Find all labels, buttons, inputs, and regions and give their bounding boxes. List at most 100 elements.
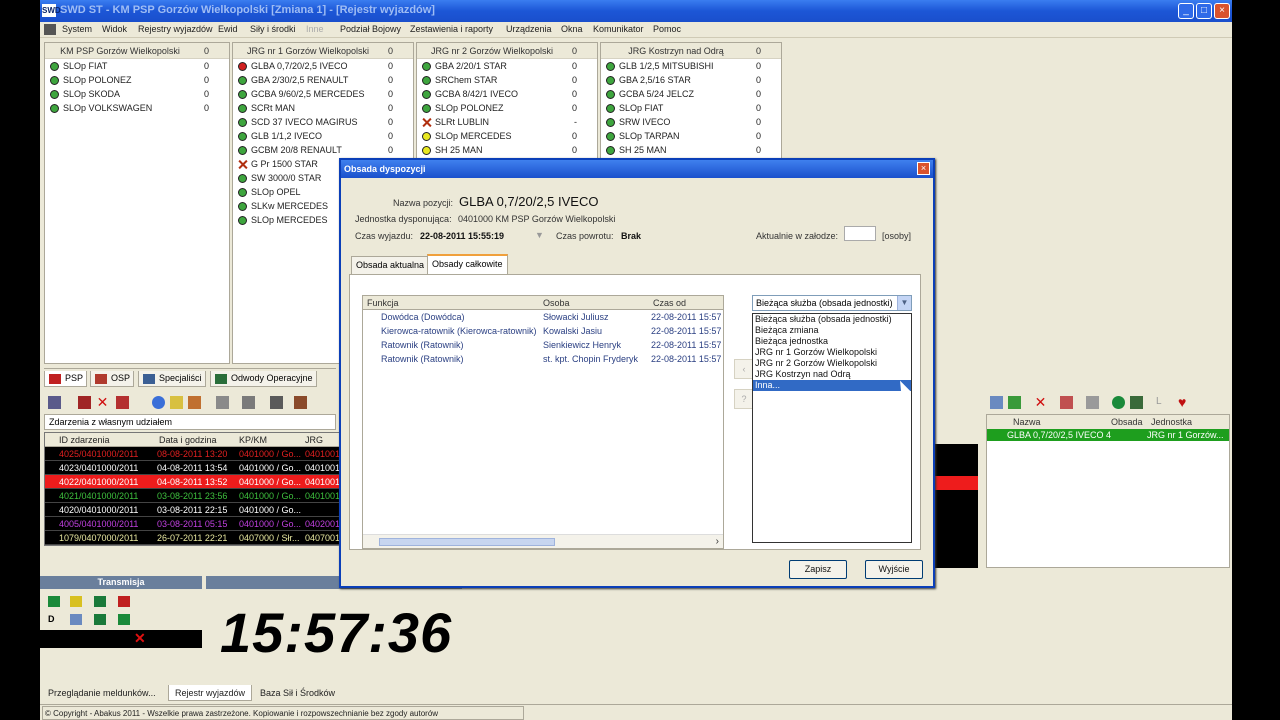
unit-header[interactable]: JRG Kostrzyn nad Odrą 0: [601, 43, 781, 59]
help-button[interactable]: ?: [734, 389, 754, 409]
dialog-title-bar[interactable]: Obsada dyspozycji ×: [341, 160, 933, 178]
vehicle-row[interactable]: GBA 2,5/16 STAR 0: [601, 73, 781, 87]
l-icon[interactable]: L: [1156, 396, 1169, 409]
menu-urzadzenia[interactable]: Urządzenia: [506, 24, 552, 34]
people-icon[interactable]: [1060, 396, 1073, 409]
crew-count-field[interactable]: [844, 226, 876, 241]
doc-icon[interactable]: [990, 396, 1003, 409]
col-funkcja[interactable]: Funkcja: [367, 298, 399, 308]
event-row[interactable]: 4022/0401000/2011 04-08-2011 13:52 0401000…: [45, 475, 339, 489]
tab-odwody[interactable]: Odwody Operacyjne: [210, 371, 317, 387]
move-left-button[interactable]: ‹: [734, 359, 754, 379]
exit-button[interactable]: Wyjście: [865, 560, 923, 579]
close-button[interactable]: ×: [1214, 3, 1230, 19]
title-bar[interactable]: SWD SWD ST - KM PSP Gorzów Wielkopolski …: [40, 0, 1232, 22]
menu-system[interactable]: System: [62, 24, 92, 34]
heart-check-icon[interactable]: ♥: [1178, 395, 1191, 409]
report-icon[interactable]: [116, 396, 129, 409]
send-icon[interactable]: [118, 614, 130, 625]
tab-baza[interactable]: Baza Sił i Środków: [254, 685, 341, 701]
vehicle-row[interactable]: GCBM 20/8 RENAULT 0: [233, 143, 413, 157]
col-date[interactable]: Data i godzina: [159, 435, 217, 445]
pause-icon[interactable]: [70, 596, 82, 607]
menu-pomoc[interactable]: Pomoc: [653, 24, 681, 34]
menu-inne[interactable]: Inne: [306, 24, 324, 34]
crew-row[interactable]: Ratownik (Ratownik) Sienkiewicz Henryk 22-…: [363, 338, 723, 352]
add-icon[interactable]: [1008, 396, 1021, 409]
col-jednostka[interactable]: Jednostka: [1151, 417, 1192, 427]
monitor-icon[interactable]: [94, 614, 106, 625]
dropdown-option[interactable]: Bieżąca służba (obsada jednostki): [753, 314, 911, 325]
event-row[interactable]: 4023/0401000/2011 04-08-2011 13:54 0401000…: [45, 461, 339, 475]
menu-okna[interactable]: Okna: [561, 24, 583, 34]
event-row[interactable]: 4025/0401000/2011 08-08-2011 13:20 0401000…: [45, 447, 339, 461]
col-obsada[interactable]: Obsada: [1111, 417, 1143, 427]
dropdown-option[interactable]: JRG nr 2 Gorzów Wielkopolski: [753, 358, 911, 369]
vehicle-row[interactable]: SRW IVECO 0: [601, 115, 781, 129]
d-icon[interactable]: D: [48, 614, 60, 625]
tab-rejestr[interactable]: Rejestr wyjazdów: [168, 685, 253, 701]
map-icon[interactable]: [1130, 396, 1143, 409]
col-nazwa[interactable]: Nazwa: [1013, 417, 1041, 427]
unit-header[interactable]: JRG nr 2 Gorzów Wielkopolski 0: [417, 43, 597, 59]
vehicle-row[interactable]: GCBA 9/60/2,5 MERCEDES 0: [233, 87, 413, 101]
menu-widok[interactable]: Widok: [102, 24, 127, 34]
vehicle-row[interactable]: SLOp MERCEDES 0: [417, 129, 597, 143]
list-icon[interactable]: [48, 396, 61, 409]
system-menu-icon[interactable]: [44, 24, 56, 35]
vehicle-row[interactable]: SLRt LUBLIN -: [417, 115, 597, 129]
forward-icon[interactable]: [94, 596, 106, 607]
vehicle-row[interactable]: GLB 1/1,2 IVECO 0: [233, 129, 413, 143]
vehicle-row[interactable]: GBA 2/30/2,5 RENAULT 0: [233, 73, 413, 87]
event-row[interactable]: 4020/0401000/2011 03-08-2011 22:15 0401000…: [45, 503, 339, 517]
tab-obsady-calkowite[interactable]: Obsady całkowite: [427, 254, 508, 275]
edit-icon[interactable]: [78, 396, 91, 409]
scroll-thumb[interactable]: [379, 538, 555, 546]
chevron-down-icon[interactable]: ▼: [897, 296, 911, 310]
menu-podzial[interactable]: Podział Bojowy: [340, 24, 401, 34]
vehicle-row[interactable]: SH 25 MAN 0: [601, 143, 781, 157]
vehicle-row[interactable]: GCBA 8/42/1 IVECO 0: [417, 87, 597, 101]
status-icon[interactable]: [1112, 396, 1125, 409]
vehicle-row[interactable]: SLOp POLONEZ 0: [417, 101, 597, 115]
vehicle-row[interactable]: GLB 1/2,5 MITSUBISHI 0: [601, 59, 781, 73]
print-preview-icon[interactable]: [242, 396, 255, 409]
tab-przegladanie[interactable]: Przeglądanie meldunków...: [42, 685, 162, 701]
doc-icon[interactable]: [70, 614, 82, 625]
assigned-vehicle-row[interactable]: GLBA 0,7/20/2,5 IVECO 4 JRG nr 1 Gorzów.…: [987, 429, 1229, 441]
vehicle-row[interactable]: GBA 2/20/1 STAR 0: [417, 59, 597, 73]
copy-icon[interactable]: [270, 396, 283, 409]
dropdown-option[interactable]: Bieżąca jednostka: [753, 336, 911, 347]
col-jrg[interactable]: JRG: [305, 435, 323, 445]
horizontal-scrollbar[interactable]: ›: [363, 534, 723, 548]
tab-psp[interactable]: PSP: [44, 371, 88, 387]
event-row[interactable]: 4005/0401000/2011 03-08-2011 05:15 0401000…: [45, 517, 339, 531]
print-icon[interactable]: [216, 396, 229, 409]
tab-osp[interactable]: OSP: [90, 371, 135, 387]
vehicle-row[interactable]: SLOp SKODA 0: [45, 87, 229, 101]
col-czas-od[interactable]: Czas od: [653, 298, 686, 308]
menu-zestawienia[interactable]: Zestawienia i raporty: [410, 24, 493, 34]
play-icon[interactable]: [48, 596, 60, 607]
vehicle-row[interactable]: SRChem STAR 0: [417, 73, 597, 87]
vehicle-row[interactable]: SLOp VOLKSWAGEN 0: [45, 101, 229, 115]
crew-row[interactable]: Kierowca-ratownik (Kierowca-ratownik) Kow…: [363, 324, 723, 338]
maximize-button[interactable]: □: [1196, 3, 1212, 19]
col-osoba[interactable]: Osoba: [543, 298, 570, 308]
dropdown-option[interactable]: Bieżąca zmiana: [753, 325, 911, 336]
menu-rejestry[interactable]: Rejestry wyjazdów: [138, 24, 213, 34]
col-kp[interactable]: KP/KM: [239, 435, 267, 445]
event-row[interactable]: 1079/0407000/2011 26-07-2011 22:21 0407000…: [45, 531, 339, 545]
crew-row[interactable]: Dowódca (Dowódca) Słowacki Juliusz 22-08-2…: [363, 310, 723, 324]
crew-source-select[interactable]: Bieżąca służba (obsada jednostki) ▼: [752, 295, 912, 311]
unit-header[interactable]: KM PSP Gorzów Wielkopolski 0: [45, 43, 229, 59]
menu-sily[interactable]: Siły i środki: [250, 24, 296, 34]
vehicle-row[interactable]: SCRt MAN 0: [233, 101, 413, 115]
vehicle-row[interactable]: GCBA 5/24 JELCZ 0: [601, 87, 781, 101]
scroll-right-icon[interactable]: ›: [716, 536, 719, 547]
event-row[interactable]: 4021/0401000/2011 03-08-2011 23:56 0401000…: [45, 489, 339, 503]
tab-obsada-aktualna[interactable]: Obsada aktualna: [351, 256, 430, 274]
menu-ewid[interactable]: Ewid: [218, 24, 238, 34]
vehicle-row[interactable]: SLOp FIAT 0: [601, 101, 781, 115]
vehicle-row[interactable]: SLOp FIAT 0: [45, 59, 229, 73]
